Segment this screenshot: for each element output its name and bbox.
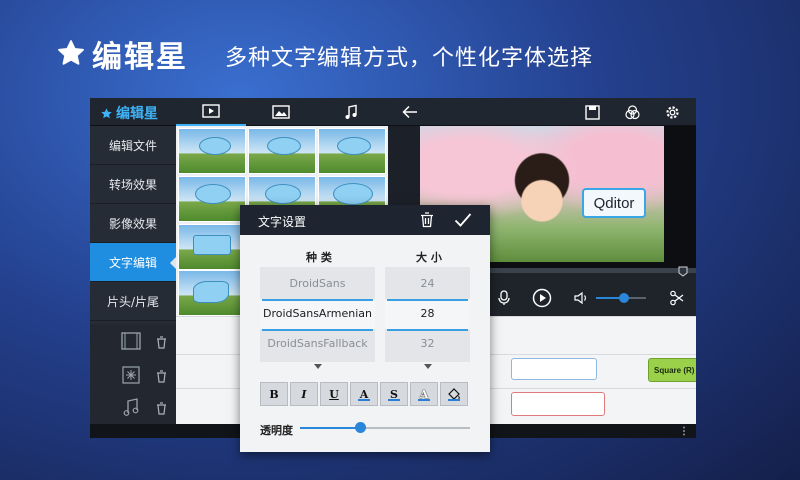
confirm-check-icon[interactable] (454, 212, 472, 228)
outline-button[interactable]: A (410, 382, 438, 406)
scissors-icon[interactable] (670, 290, 684, 306)
sidebar-item-edit-file[interactable]: 编辑文件 (90, 126, 176, 165)
sidebar-item-image-effects[interactable]: 影像效果 (90, 204, 176, 243)
app-logo: 编辑星 (100, 103, 158, 123)
color-filter-button[interactable] (622, 102, 642, 122)
background-fill-button[interactable] (440, 382, 468, 406)
sidebar-item-intro-outro[interactable]: 片头/片尾 (90, 282, 176, 321)
text-style-thumb[interactable] (248, 128, 316, 174)
sidebar-menu: 编辑文件 转场效果 影像效果 文字编辑 片头/片尾 (90, 126, 176, 324)
italic-button[interactable]: I (290, 382, 318, 406)
font-column-header: 种 类 (306, 251, 332, 264)
back-arrow-icon (402, 105, 417, 119)
back-button[interactable] (400, 102, 420, 122)
settings-button[interactable] (662, 102, 682, 122)
opacity-slider-knob[interactable] (354, 422, 366, 433)
dialog-header: 文字设置 (240, 205, 490, 235)
text-clip-square[interactable]: Square (R) (648, 358, 696, 382)
music-clip[interactable] (511, 392, 605, 416)
tab-music[interactable] (316, 98, 386, 126)
trash-icon[interactable] (156, 370, 167, 383)
music-note-icon (123, 398, 139, 416)
volume-knob[interactable] (618, 293, 629, 303)
trash-icon[interactable] (156, 402, 167, 415)
promo-banner: 编辑星 多种文字编辑方式，个性化字体选择 (0, 0, 800, 100)
picker-divider (387, 299, 468, 301)
opacity-label: 透明度 (260, 424, 293, 437)
settings-icon (665, 105, 679, 119)
size-option[interactable]: 24 (385, 269, 470, 299)
color-filter-icon (624, 104, 640, 119)
opacity-slider-fill (300, 427, 360, 429)
size-column-header: 大 小 (416, 251, 442, 264)
music-track-row (90, 394, 176, 424)
volume-icon (574, 291, 586, 305)
star-icon (101, 107, 112, 118)
app-bar: 编辑星 (90, 98, 696, 126)
font-option[interactable]: DroidSans (260, 269, 375, 299)
music-note-icon (345, 104, 357, 119)
tab-image[interactable] (246, 98, 316, 126)
shadow-button[interactable]: S (380, 382, 408, 406)
image-icon (272, 105, 290, 119)
size-option[interactable]: 32 (385, 329, 470, 359)
trash-icon[interactable] (156, 336, 167, 349)
font-option-selected[interactable]: DroidSansArmenian (260, 299, 375, 329)
text-style-thumb[interactable] (318, 128, 386, 174)
text-style-thumb[interactable] (178, 224, 246, 270)
film-icon (121, 332, 141, 350)
picker-divider (262, 329, 373, 331)
text-settings-dialog: 文字设置 种 类 大 小 DroidSans DroidSansArmenian… (240, 205, 490, 452)
text-style-thumb[interactable] (178, 176, 246, 222)
sparkle-effect-icon (122, 366, 140, 384)
picker-divider (262, 299, 373, 301)
chevron-down-icon[interactable] (424, 364, 432, 369)
delete-icon[interactable] (420, 212, 434, 228)
sidebar-item-transitions[interactable]: 转场效果 (90, 165, 176, 204)
picker-divider (387, 329, 468, 331)
text-color-button[interactable]: A (350, 382, 378, 406)
save-icon (584, 104, 600, 120)
slogan-text: 多种文字编辑方式，个性化字体选择 (225, 46, 594, 71)
seek-handle-icon[interactable] (678, 266, 688, 277)
text-style-thumb[interactable] (178, 270, 246, 316)
font-picker[interactable]: DroidSans DroidSansArmenian DroidSansFal… (260, 267, 375, 362)
size-option-selected[interactable]: 28 (385, 299, 470, 329)
timeline-track-tools (90, 324, 176, 424)
save-button[interactable] (582, 102, 602, 122)
overflow-menu-icon[interactable] (682, 426, 686, 436)
bold-button[interactable]: B (260, 382, 288, 406)
sidebar-item-text-edit[interactable]: 文字编辑 (90, 243, 176, 282)
play-box-icon (202, 104, 220, 118)
app-title: 编辑星 (92, 40, 188, 75)
text-format-toolbar: B I U A S A (260, 382, 472, 406)
text-clip[interactable] (511, 358, 597, 380)
app-logo-text: 编辑星 (116, 106, 158, 122)
play-button-icon[interactable] (532, 288, 552, 308)
video-track-row (90, 328, 176, 358)
effect-track-row (90, 362, 176, 392)
clip-label: Square (R) (654, 366, 695, 375)
tab-video[interactable] (176, 98, 246, 126)
text-style-thumb[interactable] (178, 128, 246, 174)
underline-button[interactable]: U (320, 382, 348, 406)
chevron-down-icon[interactable] (314, 364, 322, 369)
star-logo-icon (58, 40, 84, 65)
font-option[interactable]: DroidSansFallback (260, 329, 375, 359)
preview-text-bubble[interactable]: Qditor (582, 188, 646, 218)
dialog-title: 文字设置 (258, 215, 307, 229)
size-picker[interactable]: 24 28 32 (385, 267, 470, 362)
microphone-icon[interactable] (498, 290, 510, 306)
